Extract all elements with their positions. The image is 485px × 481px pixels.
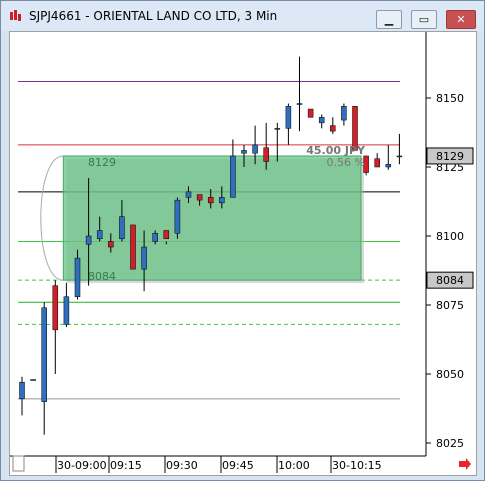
candle-body — [252, 144, 258, 154]
time-tick-label: 30-10:15 — [332, 459, 382, 472]
price-chart[interactable]: 815081258100807580508025 30-09:00 09:15 09… — [10, 32, 476, 475]
chart-area[interactable]: 8150 8125 8100 8075 8050 8025 30-09:00 09:15 09… — [9, 31, 477, 476]
candle-body — [141, 246, 147, 270]
candle[interactable] — [396, 133, 403, 165]
candle-body — [130, 224, 136, 270]
chart-window: SJPJ4661 - ORIENTAL LAND CO LTD, 3 Min ▁… — [0, 0, 485, 481]
candle-body — [274, 128, 281, 130]
candle[interactable] — [341, 103, 347, 126]
candle[interactable] — [174, 197, 181, 239]
candle-body — [41, 307, 47, 402]
candle-body — [285, 106, 292, 129]
candle-body — [207, 197, 214, 204]
price-marker-label: 8129 — [436, 150, 464, 163]
candle[interactable] — [52, 280, 59, 374]
price-tick-label: 8150 — [436, 92, 464, 105]
candle[interactable] — [374, 153, 380, 168]
range-box[interactable] — [62, 155, 362, 281]
candle-body — [185, 191, 192, 198]
price-tick-label: 8050 — [436, 368, 464, 381]
range-lower-label: 8084 — [88, 270, 116, 283]
maximize-button[interactable]: ▭ — [411, 10, 437, 29]
candle-body — [63, 296, 70, 325]
time-tick-label: 09:30 — [166, 459, 198, 472]
candle[interactable] — [41, 302, 47, 435]
price-tick-label: 8075 — [436, 299, 464, 312]
scroll-box[interactable] — [12, 455, 25, 472]
candle-body — [230, 155, 236, 198]
candle[interactable] — [296, 56, 303, 132]
candle-body — [219, 197, 225, 204]
candle[interactable] — [307, 108, 314, 118]
candle-body — [330, 125, 336, 132]
candle-body — [108, 241, 114, 248]
candle-body — [30, 379, 36, 381]
maximize-icon: ▭ — [418, 13, 430, 26]
close-icon: ✕ — [456, 13, 466, 26]
candle[interactable] — [230, 139, 236, 198]
candle-body — [307, 108, 314, 118]
time-tick-label: 30-09:00 — [57, 459, 107, 472]
price-tick-label: 8025 — [436, 437, 464, 450]
candle-body — [96, 230, 103, 240]
window-title: SJPJ4661 - ORIENTAL LAND CO LTD, 3 Min — [29, 9, 278, 23]
candle[interactable] — [318, 114, 325, 129]
candle[interactable] — [63, 282, 70, 328]
time-tick-label: 10:00 — [278, 459, 310, 472]
range-upper-label: 8129 — [88, 156, 116, 169]
candle-body — [152, 232, 158, 242]
candle[interactable] — [385, 144, 392, 170]
candle-body — [163, 230, 170, 240]
candle[interactable] — [330, 117, 336, 134]
price-marker-label: 8084 — [436, 274, 464, 287]
range-percent-label: 0.56 % — [327, 156, 365, 169]
candle-body — [19, 382, 25, 400]
range-bracket — [40, 155, 64, 281]
candle-body — [241, 150, 247, 154]
title-bar[interactable]: SJPJ4661 - ORIENTAL LAND CO LTD, 3 Min ▁… — [1, 1, 484, 31]
candle-body — [341, 106, 347, 121]
price-tick-label: 8100 — [436, 230, 464, 243]
app-icon — [10, 10, 21, 21]
candle-body — [196, 194, 203, 201]
scroll-right-arrow-icon[interactable] — [458, 458, 472, 470]
candle[interactable] — [30, 379, 36, 381]
candle-body — [396, 155, 403, 158]
time-tick-label: 09:45 — [222, 459, 254, 472]
minimize-icon: ▁ — [384, 13, 394, 26]
candle-body — [85, 235, 92, 245]
minimize-button[interactable]: ▁ — [376, 10, 402, 29]
candle-body — [296, 103, 303, 105]
candle[interactable] — [19, 376, 25, 416]
candle-body — [318, 117, 325, 124]
close-button[interactable]: ✕ — [446, 10, 476, 29]
candle-body — [374, 158, 380, 168]
candle-body — [119, 216, 125, 240]
candle-body — [174, 199, 181, 234]
candle[interactable] — [130, 224, 136, 270]
time-tick-label: 09:15 — [110, 459, 142, 472]
candle[interactable] — [285, 103, 292, 145]
candle-body — [52, 285, 59, 331]
candle-body — [385, 163, 392, 168]
candle-body — [263, 147, 269, 162]
candle-body — [74, 257, 81, 297]
